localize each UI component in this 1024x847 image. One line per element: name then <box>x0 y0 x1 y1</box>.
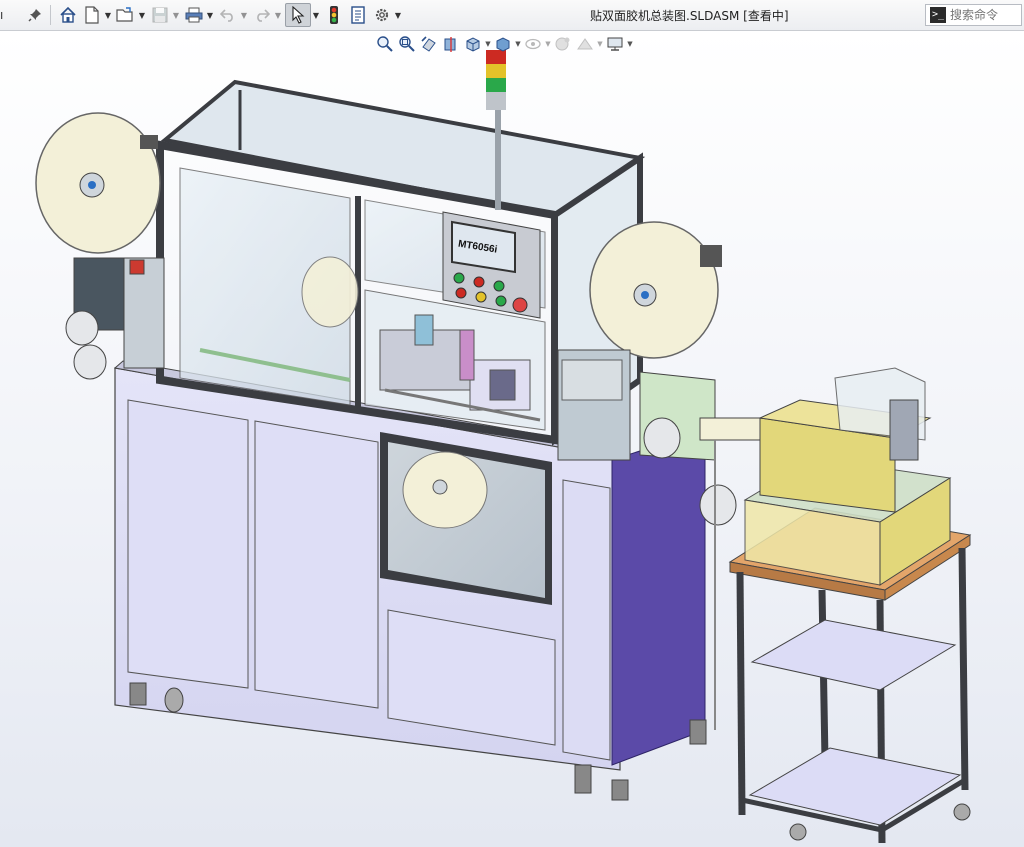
save-dropdown-chevron-icon[interactable]: ▼ <box>171 3 181 27</box>
gear-icon[interactable] <box>371 3 393 27</box>
cabinet-door-1 <box>127 399 249 689</box>
redo-icon[interactable] <box>251 3 273 27</box>
view-settings-chevron-icon[interactable]: ▼ <box>626 40 634 48</box>
previous-view-icon[interactable] <box>418 33 440 55</box>
select-cursor-icon[interactable] <box>285 3 311 27</box>
hide-show-items-icon[interactable] <box>522 33 544 55</box>
file-properties-icon[interactable] <box>347 3 369 27</box>
apply-scene-icon[interactable] <box>574 33 596 55</box>
new-document-icon[interactable] <box>81 3 103 27</box>
window-title: 贴双面胶机总装图.SLDASM [查看中] <box>590 9 789 23</box>
redo-dropdown-chevron-icon[interactable]: ▼ <box>273 3 283 27</box>
inner-tape-reel <box>301 256 359 328</box>
zoom-to-fit-icon[interactable] <box>374 33 396 55</box>
left-side-assembly <box>65 257 165 380</box>
pin-icon[interactable] <box>24 3 46 27</box>
cart-unit <box>743 367 952 586</box>
main-toolbar: ı ▼ ▼ ▼ ▼ ▼ ▼ ▼ ▼ <box>0 0 1024 31</box>
cart-shelf-2 <box>748 747 962 826</box>
assembly-model: MT6056i <box>35 50 972 844</box>
undo-dropdown-chevron-icon[interactable]: ▼ <box>239 3 249 27</box>
blue-side-panel <box>611 429 706 766</box>
undo-icon[interactable] <box>217 3 239 27</box>
cart-shelf-1 <box>750 619 957 691</box>
cabinet-door-4 <box>562 479 611 761</box>
help-arrow-icon[interactable]: ı <box>0 3 22 27</box>
display-style-icon[interactable] <box>492 33 514 55</box>
command-prompt-icon: >_ <box>930 7 946 23</box>
save-icon[interactable] <box>149 3 171 27</box>
display-style-chevron-icon[interactable]: ▼ <box>514 40 522 48</box>
view-orientation-icon[interactable] <box>462 33 484 55</box>
toolbar-separator <box>50 5 51 25</box>
home-icon[interactable] <box>57 3 79 27</box>
cabinet-door-2 <box>254 420 379 709</box>
zoom-to-area-icon[interactable] <box>396 33 418 55</box>
open-folder-icon[interactable] <box>115 3 137 27</box>
edit-appearance-icon[interactable] <box>552 33 574 55</box>
open-dropdown-chevron-icon[interactable]: ▼ <box>137 3 147 27</box>
left-tape-reel <box>35 112 161 254</box>
traffic-light-icon[interactable] <box>323 3 345 27</box>
graphics-viewport[interactable]: MT6056i <box>0 31 1024 847</box>
view-settings-icon[interactable] <box>604 33 626 55</box>
search-commands-box[interactable]: >_ <box>925 4 1022 26</box>
print-icon[interactable] <box>183 3 205 27</box>
right-tape-reel <box>589 221 722 359</box>
apply-scene-chevron-icon[interactable]: ▼ <box>596 40 604 48</box>
search-commands-input[interactable] <box>950 8 1020 22</box>
select-dropdown-chevron-icon[interactable]: ▼ <box>311 3 321 27</box>
options-dropdown-chevron-icon[interactable]: ▼ <box>393 3 403 27</box>
section-view-icon[interactable] <box>440 33 462 55</box>
print-dropdown-chevron-icon[interactable]: ▼ <box>205 3 215 27</box>
view-orientation-chevron-icon[interactable]: ▼ <box>484 40 492 48</box>
heads-up-view-toolbar: ▼ ▼ ▼ ▼ ▼ <box>374 33 634 55</box>
new-dropdown-chevron-icon[interactable]: ▼ <box>103 3 113 27</box>
hide-show-chevron-icon[interactable]: ▼ <box>544 40 552 48</box>
